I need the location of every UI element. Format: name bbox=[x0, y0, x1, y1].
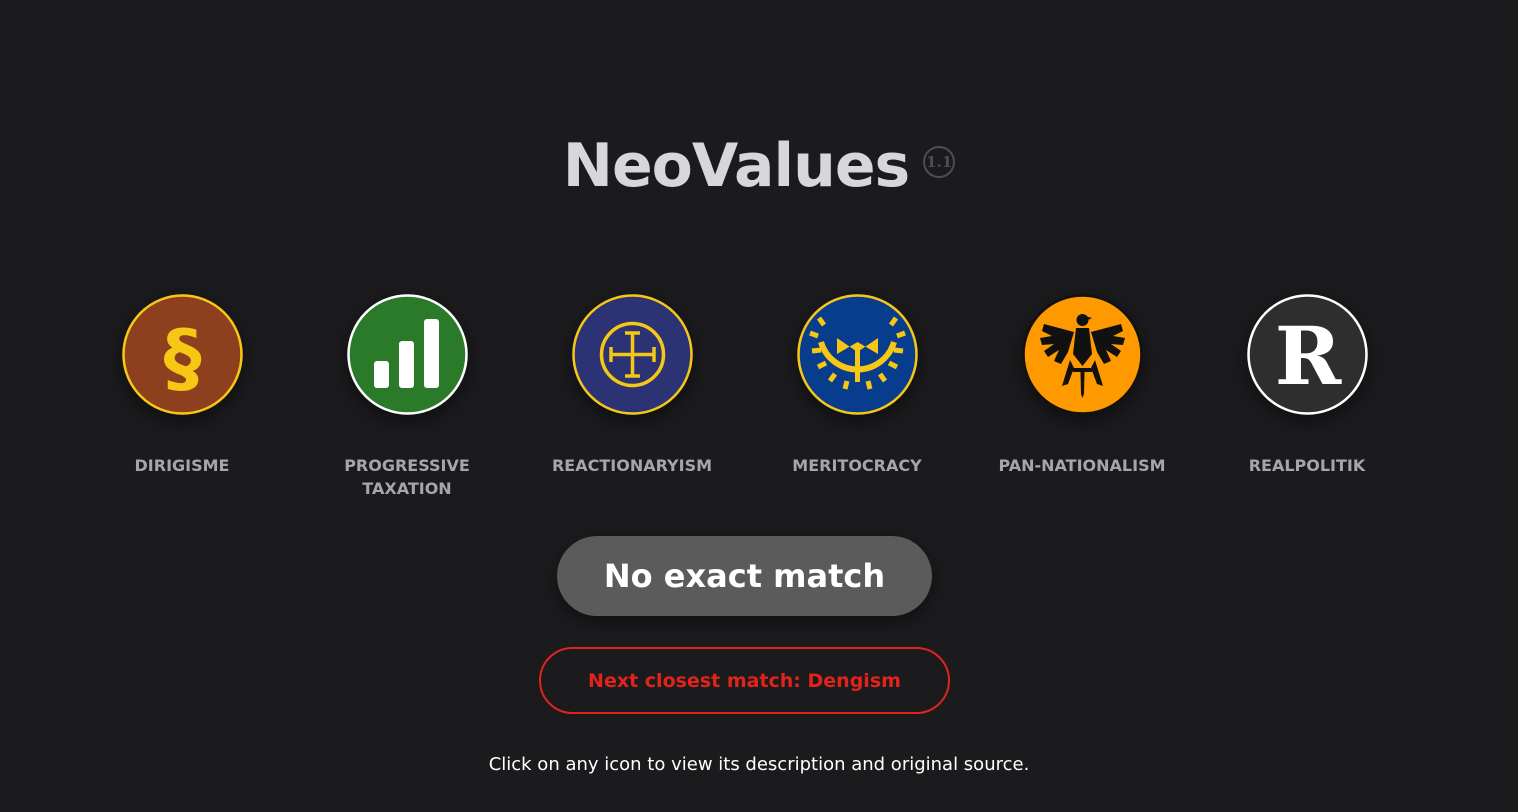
gear-emblem-icon[interactable] bbox=[796, 294, 918, 415]
result-label-dirigisme: DIRIGISME bbox=[134, 456, 230, 475]
result-label-meritocracy: MERITOCRACY bbox=[792, 456, 922, 475]
header: NeoValues 1.1 bbox=[0, 128, 1518, 204]
app-title: NeoValues bbox=[562, 131, 910, 201]
result-label-reactionaryism: REACTIONARYISM bbox=[551, 456, 713, 475]
eagle-sword-icon[interactable] bbox=[1021, 294, 1143, 415]
bar-chart-icon[interactable] bbox=[346, 294, 468, 415]
exact-match-button[interactable]: No exact match bbox=[557, 536, 932, 616]
realpolitik-letter: R bbox=[1274, 309, 1341, 403]
result-label-realpolitik: REALPOLITIK bbox=[1248, 456, 1366, 475]
result-item-realpolitik[interactable]: R REALPOLITIK bbox=[1197, 294, 1417, 477]
result-item-dirigisme[interactable]: § DIRIGISME bbox=[72, 294, 292, 477]
result-label-pan-nationalism: PAN-NATIONALISM bbox=[998, 456, 1166, 475]
next-closest-match-button[interactable]: Next closest match: Dengism bbox=[539, 647, 950, 714]
svg-text:§: § bbox=[163, 313, 201, 402]
result-item-progressive-taxation[interactable]: PROGRESSIVE TAXATION bbox=[297, 294, 517, 500]
result-item-pan-nationalism[interactable]: PAN-NATIONALISM bbox=[972, 294, 1192, 477]
result-item-meritocracy[interactable]: MERITOCRACY bbox=[747, 294, 967, 477]
version-badge: 1.1 bbox=[923, 146, 956, 178]
result-item-reactionaryism[interactable]: REACTIONARYISM bbox=[522, 294, 742, 477]
cross-in-circle-icon[interactable] bbox=[571, 294, 693, 415]
results-page: NeoValues 1.1 § DIRIGISME PROGRESSIVE TA… bbox=[0, 0, 1518, 812]
instruction-text: Click on any icon to view its descriptio… bbox=[488, 754, 1030, 775]
result-label-progressive-taxation: PROGRESSIVE TAXATION bbox=[344, 456, 470, 498]
section-sign-icon[interactable]: § bbox=[121, 294, 243, 415]
letter-r-icon[interactable]: R bbox=[1246, 294, 1368, 415]
